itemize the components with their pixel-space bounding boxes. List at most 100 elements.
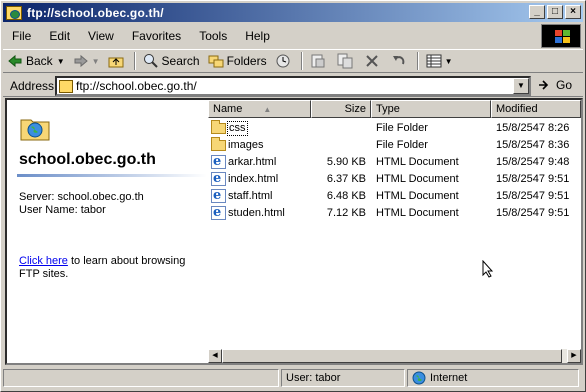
folders-label: Folders	[226, 54, 267, 68]
mouse-cursor-icon	[482, 260, 494, 278]
file-row[interactable]: images File Folder 15/8/2547 8:36	[208, 137, 581, 154]
file-row[interactable]: arkar.html 5.90 KB HTML Document 15/8/25…	[208, 153, 581, 171]
file-modified: 15/8/2547 9:51	[496, 190, 570, 202]
file-row[interactable]: index.html 6.37 KB HTML Document 15/8/25…	[208, 170, 581, 188]
views-button[interactable]: ▼	[422, 50, 457, 72]
file-type: File Folder	[376, 122, 428, 134]
file-modified: 15/8/2547 8:36	[496, 139, 570, 151]
maximize-button[interactable]: □	[547, 5, 563, 19]
file-row[interactable]: studen.html 7.12 KB HTML Document 15/8/2…	[208, 204, 581, 222]
status-user-text: User: tabor	[286, 372, 341, 384]
back-dropdown-icon[interactable]: ▼	[57, 57, 65, 66]
column-type-label: Type	[376, 103, 400, 115]
window-title: ftp://school.obec.go.th/	[27, 5, 164, 20]
address-input[interactable]: ftp://school.obec.go.th/ ▼	[55, 76, 531, 96]
server-info: Server: school.obec.go.th User Name: tab…	[19, 191, 144, 217]
scrollbar-thumb[interactable]	[222, 349, 562, 363]
file-row[interactable]: staff.html 6.48 KB HTML Document 15/8/25…	[208, 187, 581, 205]
column-size[interactable]: Size	[311, 100, 371, 118]
file-row[interactable]: css File Folder 15/8/2547 8:26	[208, 120, 581, 137]
history-icon	[276, 54, 290, 68]
column-size-label: Size	[344, 103, 366, 115]
undo-button[interactable]	[387, 50, 414, 72]
site-title: school.obec.go.th	[19, 151, 156, 168]
file-list: Name ▲ Size Type Modified css File Folde…	[208, 100, 581, 363]
status-user: User: tabor	[281, 369, 405, 387]
file-type: File Folder	[376, 139, 428, 151]
address-bar: Address ftp://school.obec.go.th/ ▼ Go	[3, 75, 583, 97]
column-modified-label: Modified	[496, 103, 538, 115]
go-button[interactable]: Go	[537, 77, 572, 93]
up-folder-icon	[108, 57, 124, 68]
content-area: school.obec.go.th Server: school.obec.go…	[5, 98, 583, 365]
click-here-link[interactable]: Click here	[19, 255, 68, 267]
file-name: index.html	[228, 173, 279, 185]
file-modified: 15/8/2547 9:51	[496, 207, 570, 219]
user-name-text: User Name: tabor	[19, 204, 106, 216]
back-arrow-icon	[8, 54, 22, 68]
file-name: arkar.html	[228, 156, 277, 168]
file-type: HTML Document	[376, 207, 459, 219]
scroll-right-icon[interactable]: ▶	[567, 349, 581, 363]
status-bar: User: tabor Internet	[3, 369, 583, 389]
history-button[interactable]	[271, 50, 298, 72]
ftp-folder-icon	[6, 5, 22, 20]
menu-file[interactable]: File	[3, 29, 40, 43]
column-modified[interactable]: Modified	[491, 100, 581, 118]
go-label: Go	[556, 78, 573, 92]
up-button[interactable]	[104, 50, 131, 72]
go-arrow-icon	[539, 80, 549, 90]
ftp-folder-globe-icon	[20, 119, 50, 141]
html-file-icon	[211, 153, 226, 170]
menu-tools[interactable]: Tools	[190, 29, 236, 43]
forward-button[interactable]: ▼	[69, 50, 104, 72]
search-label: Search	[161, 54, 200, 68]
copy-to-icon	[337, 53, 353, 69]
scroll-left-icon[interactable]: ◀	[208, 349, 222, 363]
file-name: images	[228, 139, 264, 151]
folder-icon	[211, 120, 226, 134]
globe-icon	[412, 371, 426, 385]
file-type: HTML Document	[376, 190, 459, 202]
back-button[interactable]: Back ▼	[3, 50, 69, 72]
column-header: Name ▲ Size Type Modified	[208, 100, 581, 118]
file-size: 7.12 KB	[326, 207, 366, 219]
search-icon	[143, 54, 158, 68]
file-modified: 15/8/2547 9:51	[496, 173, 570, 185]
address-dropdown-button[interactable]: ▼	[513, 78, 529, 94]
menu-edit[interactable]: Edit	[40, 29, 79, 43]
delete-x-icon	[365, 55, 378, 67]
sort-ascending-icon: ▲	[263, 105, 272, 114]
search-button[interactable]: Search	[139, 50, 204, 72]
html-file-icon	[211, 170, 226, 187]
menu-help[interactable]: Help	[236, 29, 279, 43]
horizontal-scrollbar[interactable]: ◀ ▶	[208, 349, 581, 363]
html-file-icon	[211, 187, 226, 204]
file-name: css	[227, 121, 248, 136]
minimize-button[interactable]: _	[529, 5, 545, 19]
column-name[interactable]: Name ▲	[208, 100, 311, 118]
address-value: ftp://school.obec.go.th/	[76, 79, 197, 93]
status-zone-text: Internet	[430, 372, 468, 384]
title-bar[interactable]: ftp://school.obec.go.th/ _ □ ×	[3, 3, 583, 22]
forward-dropdown-icon[interactable]: ▼	[92, 57, 100, 66]
toolbar-separator	[300, 52, 303, 70]
views-icon	[426, 54, 442, 68]
html-file-icon	[211, 204, 226, 221]
close-button[interactable]: ×	[565, 5, 581, 19]
menu-view[interactable]: View	[79, 29, 123, 43]
delete-button[interactable]	[360, 50, 387, 72]
folders-icon	[208, 55, 224, 68]
ftp-folder-icon	[59, 79, 73, 93]
explorer-window: ftp://school.obec.go.th/ _ □ × File Edit…	[0, 0, 586, 392]
column-type[interactable]: Type	[371, 100, 491, 118]
copy-to-button[interactable]	[333, 50, 360, 72]
move-to-button[interactable]	[306, 50, 333, 72]
menu-favorites[interactable]: Favorites	[123, 29, 190, 43]
web-view-pane: school.obec.go.th Server: school.obec.go…	[7, 100, 207, 363]
views-dropdown-icon[interactable]: ▼	[445, 57, 453, 66]
server-text: Server: school.obec.go.th	[19, 191, 144, 203]
toolbar-separator	[133, 52, 136, 70]
file-size: 6.37 KB	[326, 173, 366, 185]
folders-button[interactable]: Folders	[204, 50, 271, 72]
